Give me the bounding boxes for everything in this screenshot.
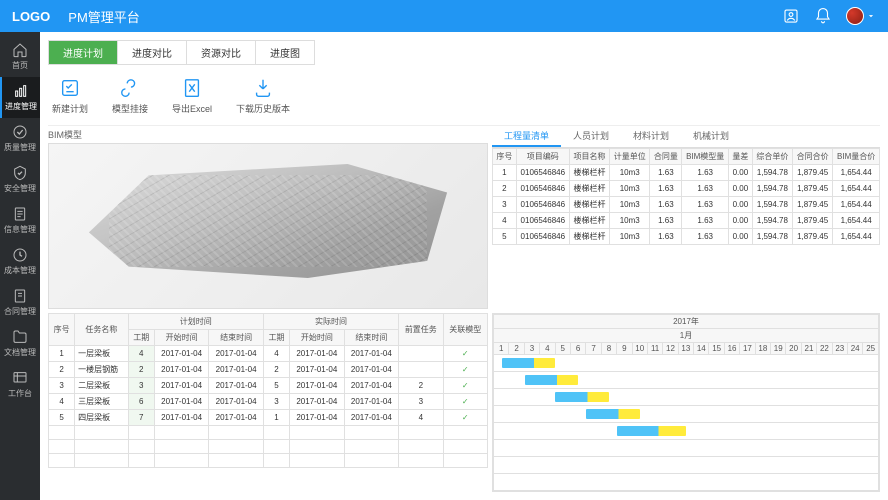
tab-2[interactable]: 资源对比 — [187, 41, 256, 64]
subtab-2[interactable]: 材料计划 — [621, 126, 681, 147]
sidebar-item-5[interactable]: 成本管理 — [0, 241, 40, 282]
main-tabs: 进度计划进度对比资源对比进度图 — [48, 40, 315, 65]
logo: LOGO — [12, 9, 50, 24]
sidebar-item-3[interactable]: 安全管理 — [0, 159, 40, 200]
tab-3[interactable]: 进度图 — [256, 41, 314, 64]
toolbar-btn-2[interactable]: 导出Excel — [172, 77, 212, 115]
sidebar-item-6[interactable]: 合同管理 — [0, 282, 40, 323]
task-table: 序号任务名称计划时间实际时间前置任务关联模型工期开始时间结束时间工期开始时间结束… — [48, 313, 488, 468]
qty-row[interactable]: 40106546846楼梯栏杆10m31.631.630.001,594.781… — [493, 213, 880, 229]
bim-3d-viewer[interactable] — [48, 143, 488, 309]
sidebar-item-4[interactable]: 信息管理 — [0, 200, 40, 241]
qty-row[interactable]: 30106546846楼梯栏杆10m31.631.630.001,594.781… — [493, 197, 880, 213]
toolbar-btn-3[interactable]: 下载历史版本 — [236, 77, 290, 115]
avatar[interactable] — [846, 7, 864, 25]
topbar: LOGO PM管理平台 — [0, 0, 888, 32]
task-row[interactable]: 5四层梁板72017-01-042017-01-0412017-01-04201… — [49, 410, 488, 426]
toolbar: 新建计划模型挂接导出Excel 下载历史版本 — [48, 71, 880, 126]
subtab-1[interactable]: 人员计划 — [561, 126, 621, 147]
task-row[interactable]: 4三层梁板62017-01-042017-01-0432017-01-04201… — [49, 394, 488, 410]
sidebar-item-1[interactable]: 进度管理 — [0, 77, 40, 118]
sidebar-item-8[interactable]: 工作台 — [0, 364, 40, 405]
toolbar-btn-0[interactable]: 新建计划 — [52, 77, 88, 115]
user-icon[interactable] — [782, 7, 800, 25]
task-row[interactable]: 3二层梁板32017-01-042017-01-0452017-01-04201… — [49, 378, 488, 394]
tab-0[interactable]: 进度计划 — [49, 41, 118, 64]
tab-1[interactable]: 进度对比 — [118, 41, 187, 64]
sidebar-item-7[interactable]: 文档管理 — [0, 323, 40, 364]
sidebar: 首页进度管理质量管理安全管理信息管理成本管理合同管理文档管理工作台 — [0, 32, 40, 500]
qty-row[interactable]: 10106546846楼梯栏杆10m31.631.630.001,594.781… — [493, 165, 880, 181]
task-row[interactable]: 2一楼层钢筋22017-01-042017-01-0422017-01-0420… — [49, 362, 488, 378]
bim-label: BIM模型 — [48, 126, 488, 143]
gantt-chart[interactable]: 2017年1月123456789101112131415161718192021… — [492, 313, 880, 492]
bell-icon[interactable] — [814, 7, 832, 25]
sidebar-item-2[interactable]: 质量管理 — [0, 118, 40, 159]
qty-row[interactable]: 20106546846楼梯栏杆10m31.631.630.001,594.781… — [493, 181, 880, 197]
quantity-table: 序号项目编码项目名称计量单位合同量BIM模型量量差综合单价合同合价BIM量合价1… — [492, 148, 880, 245]
qty-row[interactable]: 50106546846楼梯栏杆10m31.631.630.001,594.781… — [493, 229, 880, 245]
chevron-down-icon[interactable] — [866, 7, 876, 25]
subtab-3[interactable]: 机械计划 — [681, 126, 741, 147]
subtab-0[interactable]: 工程量清单 — [492, 126, 561, 147]
sidebar-item-0[interactable]: 首页 — [0, 36, 40, 77]
toolbar-btn-1[interactable]: 模型挂接 — [112, 77, 148, 115]
task-row[interactable]: 1一层梁板42017-01-042017-01-0442017-01-04201… — [49, 346, 488, 362]
app-title: PM管理平台 — [68, 7, 140, 26]
quantity-subtabs: 工程量清单人员计划材料计划机械计划 — [492, 126, 880, 148]
